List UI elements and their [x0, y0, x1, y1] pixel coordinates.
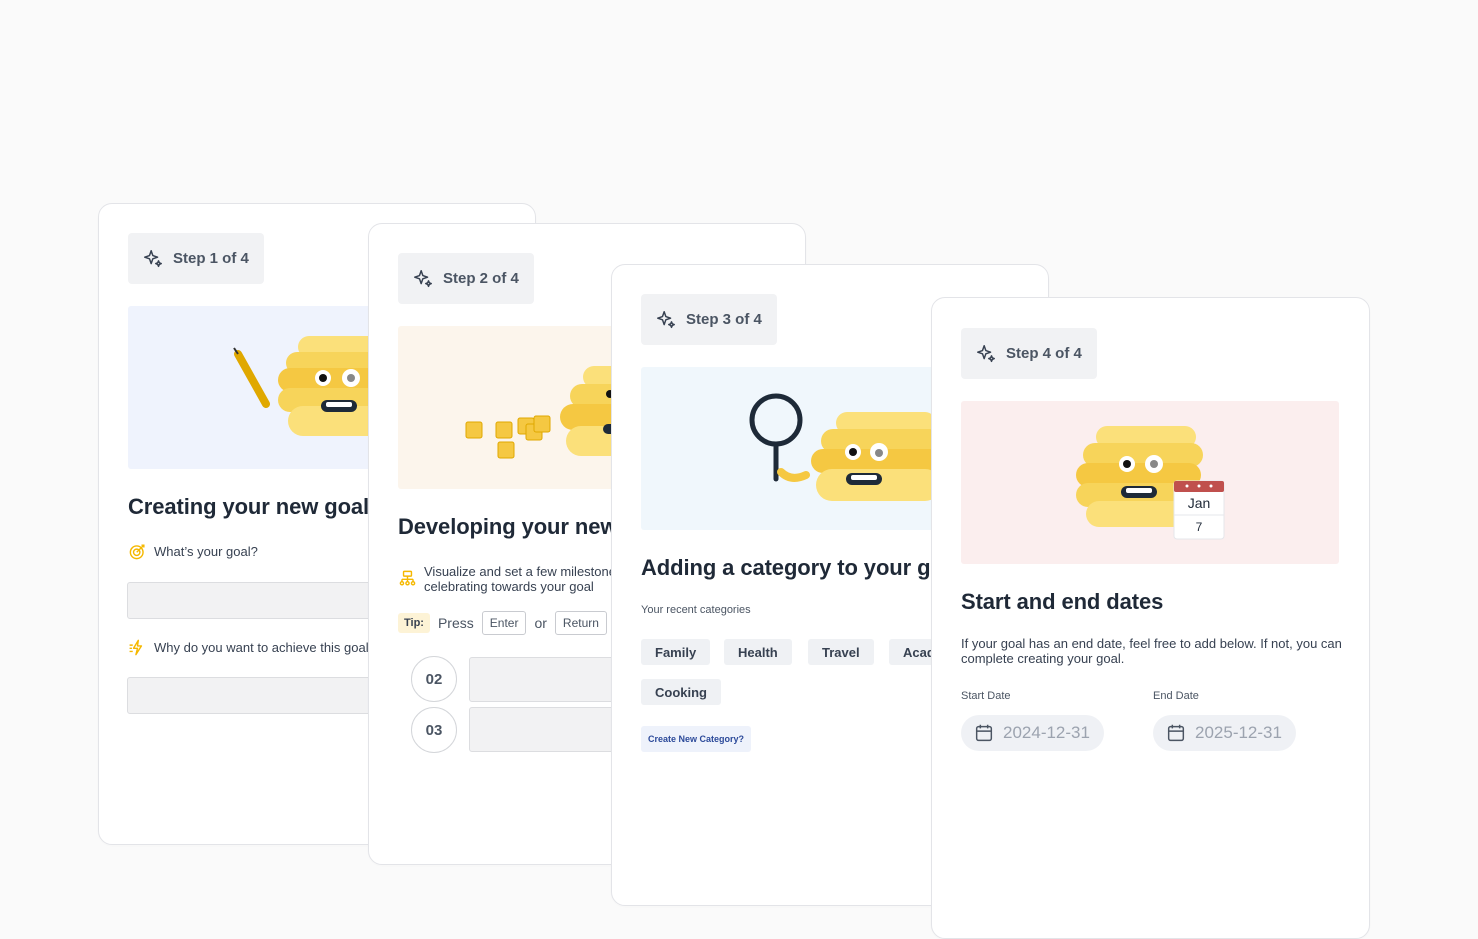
- category-chip-health[interactable]: Health: [724, 639, 792, 665]
- pencil-icon: [233, 347, 270, 408]
- category-chip-travel[interactable]: Travel: [808, 639, 874, 665]
- goal-question: What’s your goal?: [128, 542, 258, 561]
- return-key: Return: [554, 611, 607, 635]
- card-title: Start and end dates: [961, 589, 1164, 614]
- start-date-picker[interactable]: 2024-12-31: [961, 715, 1104, 751]
- end-date-label: End Date: [1153, 690, 1199, 702]
- step-label: Step 2 of 4: [443, 270, 519, 287]
- why-question-label: Why do you want to achieve this goal?: [154, 640, 376, 655]
- step-label: Step 1 of 4: [173, 250, 249, 267]
- sparkle-icon: [414, 269, 432, 287]
- step-badge: Step 2 of 4: [398, 253, 534, 304]
- step4-card: Step 4 of 4 Jan 7 Start and end dates If…: [931, 297, 1370, 939]
- goal-question-label: What’s your goal?: [154, 544, 258, 559]
- end-date-value: 2025-12-31: [1195, 723, 1282, 742]
- target-icon: [129, 544, 145, 560]
- tip-or: or: [534, 615, 547, 631]
- why-question: Why do you want to achieve this goal?: [128, 638, 376, 657]
- hierarchy-icon: [399, 570, 416, 586]
- lightning-icon: [129, 639, 143, 656]
- hero-illustration: Jan 7: [961, 401, 1339, 564]
- calendar-day: 7: [1195, 520, 1203, 534]
- tip-press: Press: [437, 615, 474, 631]
- step-label: Step 4 of 4: [1006, 345, 1082, 362]
- milestone-number: 03: [411, 707, 457, 753]
- step-badge: Step 3 of 4: [641, 294, 777, 345]
- dates-description: If your goal has an end date, feel free …: [961, 636, 1342, 666]
- step-badge: Step 1 of 4: [128, 233, 264, 284]
- create-category-button[interactable]: Create New Category?: [641, 726, 752, 752]
- calendar-icon: [975, 724, 993, 742]
- calendar-icon: [1167, 724, 1185, 742]
- end-date-picker[interactable]: 2025-12-31: [1153, 715, 1296, 751]
- card-title: Adding a category to your goal: [641, 555, 962, 580]
- tip-tag: Tip:: [398, 613, 430, 633]
- milestone-number: 02: [411, 656, 457, 702]
- magnifier-icon: [749, 393, 810, 482]
- step-label: Step 3 of 4: [686, 311, 762, 328]
- cubes-icon: [465, 415, 551, 459]
- sparkle-icon: [977, 344, 995, 362]
- start-date-label: Start Date: [961, 690, 1011, 702]
- enter-key: Enter: [481, 611, 527, 635]
- category-chip-family[interactable]: Family: [641, 639, 711, 665]
- category-chip-cooking[interactable]: Cooking: [641, 679, 721, 705]
- beehive-character: [811, 412, 951, 501]
- start-date-value: 2024-12-31: [1003, 723, 1090, 742]
- sparkle-icon: [144, 249, 162, 267]
- step-badge: Step 4 of 4: [961, 328, 1097, 379]
- tip-row: Tip: Press Enter or Return: [398, 611, 615, 635]
- calendar-month: Jan: [1187, 495, 1211, 511]
- recent-categories-label: Your recent categories: [641, 604, 751, 616]
- sparkle-icon: [657, 310, 675, 328]
- card-title: Creating your new goal: [128, 494, 370, 519]
